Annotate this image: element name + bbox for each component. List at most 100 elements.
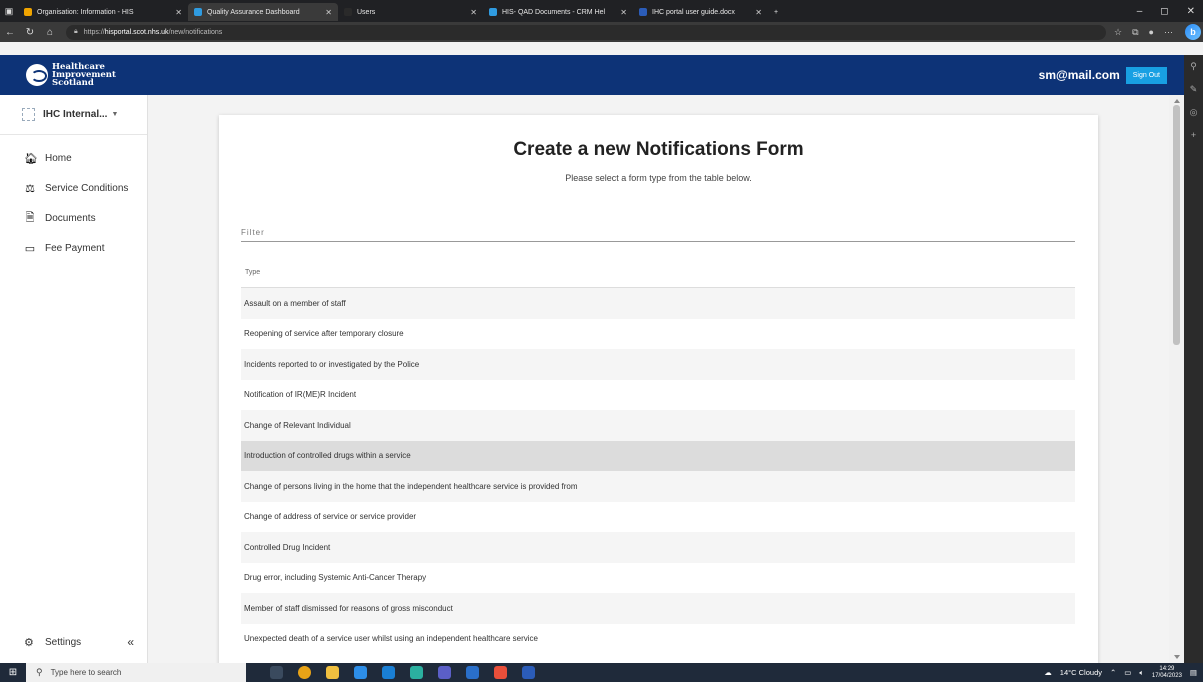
his-logo[interactable]: Healthcare Improvement Scotland [26,63,116,87]
page-subtitle: Please select a form type from the table… [565,173,752,183]
table-row[interactable]: Controlled Drug Incident [241,532,1075,563]
table-row[interactable]: Unexpected death of a service user whils… [241,624,1075,655]
taskbar-search-input[interactable]: ⚲ Type here to search [26,663,246,682]
office-side-icon[interactable]: ◎ [1190,107,1198,118]
search-side-icon[interactable]: ⚲ [1190,61,1197,72]
collections-icon[interactable]: ⧉ [1132,27,1138,38]
scroll-down-icon[interactable] [1174,655,1180,659]
sign-out-button[interactable]: Sign Out [1125,66,1167,84]
new-tab-button[interactable]: + [768,3,784,21]
clock[interactable]: 14:29 17/04/2023 [1152,666,1182,680]
lock-icon: 🔒︎ [74,28,78,35]
table-row[interactable]: Drug error, including Systemic Anti-Canc… [241,563,1075,594]
file-explorer-icon[interactable] [326,666,339,679]
address-bar-row: ← ↻ ⌂ 🔒︎ https://hisportal.scot.nhs.uk/n… [0,22,1203,42]
url-field[interactable]: 🔒︎ https://hisportal.scot.nhs.uk/new/not… [66,24,1106,40]
teams-icon[interactable] [438,666,451,679]
task-view-icon[interactable] [270,666,283,679]
page-scrollbar[interactable] [1169,95,1184,663]
table-row[interactable]: Change of address of service or service … [241,502,1075,533]
tab-actions-icon[interactable]: ▣ [0,0,18,22]
page-title: Create a new Notifications Form [513,139,804,160]
browser-tab-dashboard[interactable]: Quality Assurance Dashboard ✕ [188,3,338,21]
sidebar-item-service-conditions[interactable]: ⚖ Service Conditions [0,173,147,203]
browser-tab-crm[interactable]: HIS- QAD Documents - CRM Hel ✕ [483,3,633,21]
address-bar-icons: ☆ ⧉ ● ⋯ [1114,27,1173,38]
scroll-up-icon[interactable] [1174,99,1180,103]
close-tab-icon[interactable]: ✕ [319,8,332,17]
refresh-icon[interactable]: ↻ [20,27,40,38]
table-row[interactable]: Incidents reported to or investigated by… [241,349,1075,380]
tab-favicon-icon [344,8,352,16]
add-side-icon[interactable]: + [1191,130,1196,140]
windows-start-icon[interactable]: ⊞ [0,667,26,678]
table-row[interactable]: Change of Relevant Individual [241,410,1075,441]
table-row[interactable]: Notification of IR(ME)R Incident [241,380,1075,411]
table-row[interactable]: Reopening of service after temporary clo… [241,319,1075,350]
app-header: Healthcare Improvement Scotland sm@mail.… [0,55,1184,95]
brave-icon[interactable] [494,666,507,679]
word-icon[interactable] [522,666,535,679]
chrome-icon[interactable] [298,666,311,679]
card-icon: ▭ [24,242,36,255]
main-content: Create a new Notifications Form Please s… [149,95,1169,663]
close-tab-icon[interactable]: ✕ [169,8,182,17]
notifications-icon[interactable]: ▤ [1190,668,1197,677]
tab-favicon-icon [194,8,202,16]
form-type-table: Type Assault on a member of staff Reopeni… [241,258,1075,654]
close-tab-icon[interactable]: ✕ [464,8,477,17]
table-row[interactable]: Member of staff dismissed for reasons of… [241,593,1075,624]
close-tab-icon[interactable]: ✕ [614,8,627,17]
copilot-icon[interactable]: b [1185,24,1201,40]
collapse-sidebar-icon[interactable]: « [127,635,134,649]
sidebar-item-documents[interactable]: 🗎 Documents [0,203,147,233]
network-icon[interactable]: ▭ [1124,668,1131,677]
window-controls: – ◻ ✕ [1137,6,1203,17]
outlook-icon[interactable] [382,666,395,679]
document-icon: 🗎 [25,211,35,224]
back-icon[interactable]: ← [0,27,20,38]
table-row[interactable]: Assault on a member of staff [241,288,1075,319]
browser-tab-users[interactable]: Users ✕ [338,3,483,21]
filter-input[interactable] [241,223,1075,242]
volume-icon[interactable]: 🔈︎ [1139,668,1144,678]
scrollbar-thumb[interactable] [1173,105,1180,345]
windows-taskbar: ⊞ ⚲ Type here to search ☁ 14°C Cloudy ⌃ … [0,663,1203,682]
browser-tab-userguide[interactable]: IHC portal user guide.docx ✕ [633,3,768,21]
browser-side-panel: ⚲ ✎ ◎ + [1184,55,1203,663]
home-browser-icon[interactable]: ⌂ [40,27,60,38]
profile-icon[interactable]: ● [1149,27,1154,38]
org-selector[interactable]: IHC Internal... ▼ [0,95,147,135]
favorites-icon[interactable]: ☆ [1114,27,1122,38]
edge-icon[interactable] [410,666,423,679]
table-row[interactable]: Change of persons living in the home tha… [241,471,1075,502]
more-icon[interactable]: ⋯ [1164,27,1173,38]
browser-tab-organisation[interactable]: Organisation: Information - HIS ✕ [18,3,188,21]
tray-expand-icon[interactable]: ⌃ [1110,668,1116,677]
chevron-down-icon: ▼ [111,111,119,118]
user-email: sm@mail.com [1038,68,1120,82]
tab-favicon-icon [639,8,647,16]
tools-side-icon[interactable]: ✎ [1190,84,1198,95]
sidebar-item-fee-payment[interactable]: ▭ Fee Payment [0,233,147,263]
table-body: Assault on a member of staff Reopening of… [241,288,1075,654]
table-row[interactable]: Introduction of controlled drugs within … [241,440,1075,471]
tab-favicon-icon [24,8,32,16]
weather-text[interactable]: 14°C Cloudy [1060,668,1102,677]
close-tab-icon[interactable]: ✕ [749,8,762,17]
gavel-icon: ⚖ [25,182,35,195]
restore-icon[interactable]: ◻ [1160,6,1168,17]
minimize-icon[interactable]: – [1137,6,1143,17]
ie-icon[interactable] [354,666,367,679]
taskbar-apps [270,666,535,679]
home-icon: 🏠︎ [24,152,38,165]
search-icon: ⚲ [36,667,43,677]
column-header-type[interactable]: Type [241,258,1075,288]
sidebar-item-home[interactable]: 🏠︎ Home [0,143,147,173]
sidebar-item-settings[interactable]: ⚙ Settings « [0,635,148,649]
close-window-icon[interactable]: ✕ [1187,6,1195,17]
tab-favicon-icon [489,8,497,16]
onedrive-icon[interactable] [466,666,479,679]
org-logo-icon [22,108,35,121]
sidebar: IHC Internal... ▼ 🏠︎ Home ⚖ Service Cond… [0,95,148,663]
